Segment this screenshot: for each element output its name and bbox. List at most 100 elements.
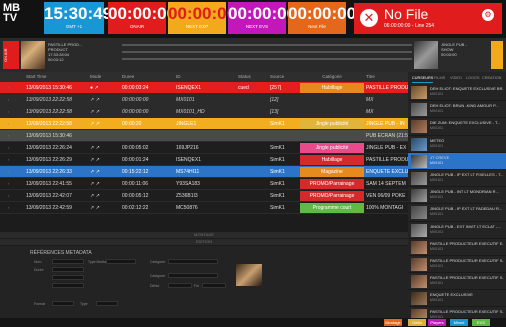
tab-films[interactable]: FILMS <box>434 74 445 82</box>
expand-icon[interactable]: › <box>8 82 9 94</box>
media-list-item[interactable]: PASTILLE PRODUCTEUR EXECUTIF E... MX0101 <box>408 239 506 256</box>
table-row[interactable]: › 13/09/2013 22:26:24 ↗ ↗ 00:00:05:02 169JP2… <box>0 142 408 154</box>
cell-category: Programme court <box>300 202 364 213</box>
table-row[interactable]: › 13/09/2013 22:41:55 ↗ ↗ 00:00:11:06 Y93SA1… <box>0 178 408 190</box>
media-thumbnail <box>411 292 427 306</box>
tab-logos[interactable]: LOGOS <box>466 74 480 82</box>
expand-icon[interactable]: › <box>8 94 9 106</box>
table-row[interactable]: › 13/09/2013 22:26:33 ↗ ↗ 00:15:22:12 MS74HI… <box>0 166 408 178</box>
name-field[interactable] <box>52 259 84 264</box>
duration-field[interactable] <box>52 267 84 272</box>
format-field[interactable] <box>52 301 74 306</box>
cell-duration: 00:00:11:06 <box>122 181 149 187</box>
media-list-item[interactable]: DEH ELIOT: BRUN -KIND AMOUR P... MX0101 <box>408 101 506 119</box>
table-row[interactable]: › 13/09/2013 22:22:58 ↗ ↗ 00:00:00:00 MX0101… <box>0 106 408 118</box>
type-field[interactable] <box>96 301 118 306</box>
media-subtitle: MX0101 <box>430 126 444 131</box>
no-file-alert[interactable]: ✕ No File 06:00:00:00 - Line 254 ⚙ <box>354 3 502 34</box>
media-list-item[interactable]: ENQUETE EXCLUSIVE MX0101 <box>408 290 506 308</box>
next-exp-label: NEXT EXP <box>185 24 209 29</box>
col-mode[interactable]: Mode <box>90 72 110 82</box>
category2-field[interactable] <box>168 273 218 278</box>
expand-icon[interactable]: › <box>8 154 9 166</box>
media-thumbnail <box>411 171 427 185</box>
tab-creation[interactable]: CREATION <box>482 74 501 82</box>
expand-icon[interactable]: › <box>8 142 9 154</box>
table-row[interactable]: › 13/09/2013 15:30:46 PUB ECRAN (21:5 <box>0 130 408 142</box>
table-row[interactable]: › 13/09/2013 22:26:29 ↗ ↗ 00:00:01:24 ISENQE… <box>0 154 408 166</box>
col-duration[interactable]: Duree <box>122 72 162 82</box>
media-subtitle: MX0101 <box>430 160 444 165</box>
cell-title: VEN 06/09 POKE <box>366 193 406 199</box>
clock-tile: 15:30:49 GMT +1 <box>44 2 112 34</box>
media-list-item[interactable]: METEO MX0101 <box>408 136 506 153</box>
category-field[interactable] <box>168 259 218 264</box>
next-file-tile[interactable]: 00:00:00 Next File <box>288 2 356 34</box>
next-exp-tile[interactable]: 00:00:00 NEXT EXP <box>168 2 237 34</box>
bottom-button[interactable]: Players <box>428 319 446 326</box>
media-list-item[interactable]: JINGLE PUB - IP EXT LT FIXELLES - T... MX… <box>408 170 506 188</box>
media-list-item[interactable]: PASTILLE PRODUCTEUR EXECUTIF S...MX0101 <box>408 273 506 291</box>
cell-duration: 00:00:03:24 <box>122 85 149 91</box>
next-exp-time: 00:00:00 <box>168 4 237 23</box>
close-icon[interactable]: ✕ <box>360 9 378 27</box>
expand-icon[interactable]: › <box>8 166 9 178</box>
media-list-item[interactable]: DEH ELIOT: ENQUETE EXCLUSIVE BR... MX0101 <box>408 84 506 102</box>
settings-icon[interactable]: ⚙ <box>482 9 494 21</box>
tab-curseurs[interactable]: CURSEURS <box>412 74 434 83</box>
col-source[interactable]: Source <box>270 72 298 82</box>
media-title: JINGLE PUB - IP EXT LT FADEDAU R... <box>430 206 503 212</box>
cell-source: SimK1 <box>270 205 285 211</box>
col-status[interactable]: Status <box>238 72 262 82</box>
col-title[interactable]: Titre <box>366 72 408 82</box>
cell-source: SimK1 <box>270 145 285 151</box>
onair-tile[interactable]: 00:00:00 ONAIR <box>108 2 177 34</box>
start-field[interactable] <box>168 283 192 288</box>
field-label: Catégorie <box>150 260 166 264</box>
expand-icon[interactable]: › <box>8 118 9 130</box>
cell-start-time: 13/09/2013 22:26:24 <box>26 145 72 151</box>
category-badge: Jingle publicité <box>300 143 364 153</box>
cell-category <box>300 130 364 141</box>
table-row[interactable]: › 13/09/2013 22:42:07 ↗ ↗ 00:00:05:12 Z536B1… <box>0 190 408 202</box>
table-row[interactable]: › 13/09/2013 22:22:58 ↗ ↗ 00:00:20 JINGLE1 Si… <box>0 118 408 130</box>
table-row[interactable]: › 13/09/2013 15:30:46 ● ↗ 00:00:03:24 ISENQE… <box>0 82 408 94</box>
next-evs-tile[interactable]: 00:00:00 NEXT EVS <box>228 2 296 34</box>
expand-icon[interactable]: › <box>8 178 9 190</box>
media-list-item[interactable]: PASTILLE PRODUCTEUR EXECUTIF S...MX0101 <box>408 256 506 274</box>
cell-category <box>300 106 364 117</box>
edition-divider[interactable]: EDITION <box>0 239 408 245</box>
end-field[interactable] <box>202 283 226 288</box>
category-badge <box>300 131 364 141</box>
col-id[interactable]: ID <box>176 72 228 82</box>
expand-icon[interactable]: › <box>8 130 9 142</box>
expand-icon[interactable]: › <box>8 106 9 118</box>
cell-mode: ↗ ↗ <box>90 157 100 163</box>
bottom-button[interactable]: Montage <box>384 319 402 326</box>
col-start-time[interactable]: Start Time <box>26 72 86 82</box>
expand-icon[interactable]: › <box>8 190 9 202</box>
media-list-item[interactable]: JINGLE PUB - EXT INVIT LT ECLAT -... MX01… <box>408 222 506 239</box>
meta-field[interactable] <box>52 283 84 288</box>
alert-subtitle: 06:00:00:00 - Line 254 <box>384 23 435 29</box>
table-row[interactable]: › 13/09/2013 22:42:59 ↗ ↗ 00:02:12:22 MC5087… <box>0 202 408 214</box>
media-list-item[interactable]: JT CREVE MX0101 <box>408 152 506 170</box>
cell-source: SimK1 <box>270 193 285 199</box>
col-category[interactable]: Catégorie <box>300 72 364 82</box>
tab-video[interactable]: VIDEO <box>450 74 462 82</box>
onair-time: 00:00:00 <box>108 4 177 23</box>
media-type-field[interactable] <box>106 259 136 264</box>
media-list-item[interactable]: JINGLE PUB - IP EXT LT FADEDAU R... MX010… <box>408 204 506 222</box>
montage-divider[interactable]: MONTAGE <box>0 232 408 238</box>
bottom-button[interactable]: EVS <box>472 319 490 326</box>
expand-icon[interactable]: › <box>8 202 9 214</box>
meta-field[interactable] <box>52 275 84 280</box>
bottom-button[interactable]: Mixed <box>450 319 468 326</box>
bottom-button[interactable]: Outils <box>408 319 426 326</box>
media-list-item[interactable]: DIE ZUM: ENQUETE EXCLUSIVE - T... MX0101 <box>408 118 506 136</box>
table-row[interactable]: › 13/09/2013 22:22:58 ↗ ↗ 00:00:00:00 MX0101… <box>0 94 408 106</box>
playlist-header: Start Time Mode Duree ID Status Source C… <box>0 72 408 82</box>
media-title: JINGLE PUB - INT LT MONDRIAN R... <box>430 189 499 195</box>
cell-start-time: 13/09/2013 22:42:07 <box>26 193 72 199</box>
media-list-item[interactable]: JINGLE PUB - INT LT MONDRIAN R... MX0101 <box>408 187 506 205</box>
